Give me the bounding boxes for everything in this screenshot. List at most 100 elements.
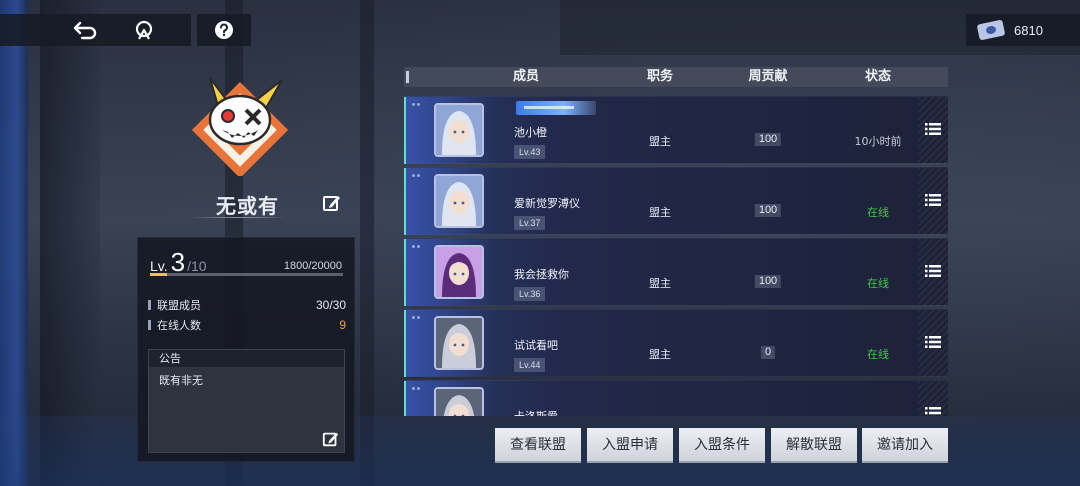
ticket-icon [976, 19, 1006, 41]
header-weekly: 周贡献 [748, 69, 788, 84]
member-row[interactable]: 池小橙 Lv.43 盟主 100 10小时前 [404, 96, 948, 164]
member-weekly: 100 [754, 133, 782, 146]
level-value: 3 [170, 247, 186, 277]
header-member: 成员 [512, 69, 540, 84]
exp-progress-fill [150, 273, 168, 276]
member-table-header: 成员 职务 周贡献 状态 [404, 67, 948, 87]
help-button[interactable] [197, 14, 251, 46]
member-level: Lv.43 [514, 145, 546, 159]
member-role: 盟主 [649, 348, 671, 361]
bullet-mark [148, 300, 151, 310]
member-row[interactable]: 我会拯救你 Lv.36 盟主 100 在线 [404, 238, 948, 306]
level-prefix: Lv. [150, 258, 168, 274]
notice-title: 公告 [149, 350, 344, 367]
exp-total: /20000 [308, 260, 342, 272]
avatar-portrait-icon [436, 176, 482, 226]
row-dots-icon [412, 387, 422, 391]
guild-level: Lv. 3 /10 [150, 247, 207, 277]
member-name: 试试看吧 [514, 339, 558, 352]
member-role: 盟主 [649, 135, 671, 148]
online-value: 9 [339, 318, 346, 332]
row-dots-icon [412, 245, 422, 249]
edit-icon [322, 432, 339, 447]
currency-display: 6810 [966, 14, 1080, 46]
member-name: 池小橙 [514, 126, 547, 139]
guild-emblem-icon [191, 77, 289, 179]
member-avatar[interactable] [434, 316, 484, 370]
stat-online: 在线人数 9 [148, 316, 346, 334]
list-menu-icon [925, 336, 941, 348]
member-menu-button[interactable] [918, 310, 948, 377]
join-conditions-button[interactable]: 入盟条件 [679, 428, 765, 463]
divider [190, 217, 286, 218]
member-name: 我会拯救你 [514, 268, 569, 281]
list-menu-icon [925, 265, 941, 277]
member-weekly: 100 [754, 204, 782, 217]
disband-alliance-button[interactable]: 解散联盟 [771, 428, 857, 463]
avatar-portrait-icon [436, 318, 482, 368]
help-icon [215, 21, 233, 39]
avatar-portrait-icon [436, 247, 482, 297]
back-arrow-icon [73, 21, 97, 40]
avatar-portrait-icon [436, 105, 482, 155]
stat-members: 联盟成员 30/30 [148, 296, 346, 314]
exp-text: 1800/20000 [284, 260, 342, 272]
row-accent [404, 97, 406, 164]
member-weekly: 100 [754, 275, 782, 288]
top-nav-bar [0, 14, 191, 46]
member-status: 在线 [867, 277, 889, 290]
member-level: Lv.36 [514, 287, 546, 301]
guild-info-panel: Lv. 3 /10 1800/20000 联盟成员 30/30 在线人数 9 公… [137, 237, 355, 462]
member-menu-button[interactable] [918, 239, 948, 306]
list-menu-icon [925, 123, 941, 135]
row-dots-icon [412, 174, 422, 178]
member-role: 盟主 [649, 277, 671, 290]
header-status: 状态 [864, 69, 892, 84]
background-pillar [360, 0, 374, 486]
member-row[interactable]: 卡洛斯爱 [404, 380, 948, 416]
row-dots-icon [412, 103, 422, 107]
edit-notice-button[interactable] [322, 430, 340, 448]
edit-name-button[interactable] [322, 193, 342, 213]
row-accent [404, 168, 406, 235]
notice-text: 既有非无 [159, 374, 203, 387]
member-avatar[interactable] [434, 174, 484, 228]
member-list[interactable]: 池小橙 Lv.43 盟主 100 10小时前 爱新觉罗溥仪 Lv.37 盟主 100 在线 我会拯救… [404, 92, 948, 416]
bullet-mark [148, 320, 151, 330]
member-avatar[interactable] [434, 103, 484, 157]
member-menu-button[interactable] [918, 168, 948, 235]
member-status: 在线 [867, 206, 889, 219]
edit-icon [323, 196, 340, 211]
member-avatar[interactable] [434, 387, 484, 416]
currency-amount: 6810 [1014, 22, 1043, 38]
background-pillar [0, 0, 28, 486]
row-accent [404, 239, 406, 306]
header-role: 职务 [646, 69, 674, 84]
member-status: 在线 [867, 348, 889, 361]
member-row[interactable]: 试试看吧 Lv.44 盟主 0 在线 [404, 309, 948, 377]
row-accent [404, 381, 406, 416]
member-avatar[interactable] [434, 245, 484, 299]
member-title-banner [516, 101, 596, 115]
exp-progress-bar [150, 273, 343, 276]
home-button[interactable] [128, 14, 160, 46]
invite-button[interactable]: 邀请加入 [862, 428, 948, 463]
list-menu-icon [925, 407, 941, 415]
member-weekly: 0 [760, 346, 776, 359]
member-level: Lv.37 [514, 216, 546, 230]
header-mark [406, 71, 409, 83]
join-requests-button[interactable]: 入盟申请 [587, 428, 673, 463]
background-pillar [40, 0, 100, 486]
view-alliance-button[interactable]: 查看联盟 [495, 428, 581, 463]
online-label: 在线人数 [157, 319, 201, 332]
member-menu-button[interactable] [918, 97, 948, 164]
member-row[interactable]: 爱新觉罗溥仪 Lv.37 盟主 100 在线 [404, 167, 948, 235]
notice-box: 公告 既有非无 [148, 349, 345, 453]
members-value: 30/30 [315, 298, 346, 312]
back-button[interactable] [70, 14, 102, 46]
members-label: 联盟成员 [157, 299, 201, 312]
row-accent [404, 310, 406, 377]
list-menu-icon [925, 194, 941, 206]
home-emblem-icon [135, 20, 153, 40]
member-menu-button[interactable] [918, 381, 948, 416]
